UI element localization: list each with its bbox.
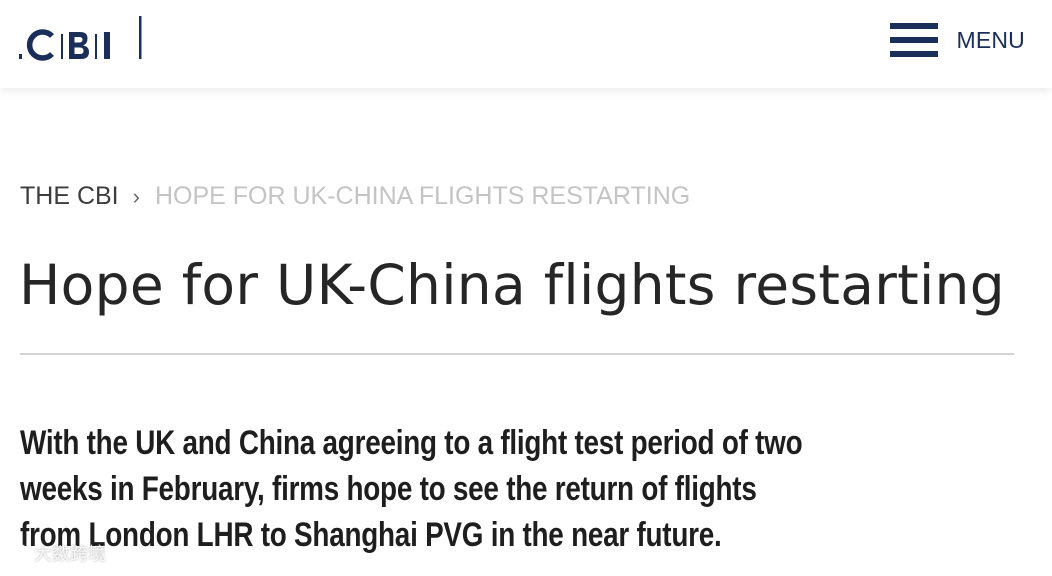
cbi-logo-mark (19, 16, 142, 61)
breadcrumb-current: HOPE FOR UK-CHINA FLIGHTS RESTARTING (154, 182, 691, 210)
watermark: 大数跨境 (8, 540, 106, 566)
watermark-logo-icon (9, 543, 29, 563)
chevron-right-icon: › (132, 183, 140, 209)
page-title: Hope for UK-China flights restarting (19, 253, 1005, 317)
title-divider (20, 353, 1014, 355)
breadcrumb-home-link[interactable]: THE CBI (20, 182, 119, 211)
article-lead: With the UK and China agreeing to a flig… (20, 424, 803, 554)
hamburger-icon (890, 23, 939, 57)
watermark-text: 大数跨境 (34, 544, 106, 565)
breadcrumb: THE CBI › HOPE FOR UK-CHINA FLIGHTS REST… (20, 182, 690, 211)
menu-button[interactable]: MENU (890, 20, 1025, 60)
cbi-logo[interactable] (19, 16, 144, 62)
site-header: MENU (0, 0, 1052, 88)
menu-label: MENU (956, 26, 1025, 53)
